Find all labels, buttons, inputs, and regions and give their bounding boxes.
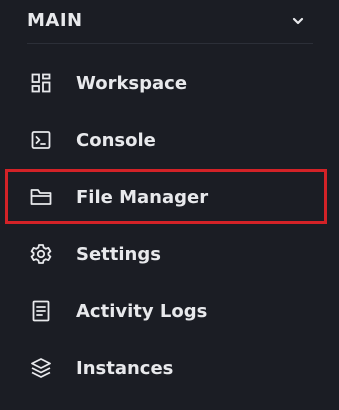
sidebar-item-instances[interactable]: Instances bbox=[30, 348, 310, 388]
gear-icon bbox=[30, 243, 52, 265]
chevron-down-icon[interactable] bbox=[291, 14, 305, 28]
section-header-main[interactable]: MAIN bbox=[27, 0, 313, 44]
sidebar-item-label: Activity Logs bbox=[76, 300, 208, 322]
sidebar-item-console[interactable]: Console bbox=[30, 120, 310, 160]
sidebar-item-settings[interactable]: Settings bbox=[30, 234, 310, 274]
sidebar-panel: MAIN Workspace Console File Manager Sett… bbox=[0, 0, 339, 410]
grid-icon bbox=[30, 72, 52, 94]
terminal-icon bbox=[30, 129, 52, 151]
sidebar-item-workspace[interactable]: Workspace bbox=[30, 63, 310, 103]
section-title: MAIN bbox=[27, 10, 83, 31]
folder-icon bbox=[30, 186, 52, 208]
sidebar-item-label: Workspace bbox=[76, 72, 188, 94]
document-icon bbox=[30, 300, 52, 322]
sidebar-item-label: Settings bbox=[76, 243, 161, 265]
layers-icon bbox=[30, 357, 52, 379]
sidebar-item-file-manager[interactable]: File Manager bbox=[30, 177, 310, 217]
sidebar-item-label: Console bbox=[76, 129, 156, 151]
sidebar-item-label: File Manager bbox=[76, 186, 209, 208]
sidebar-item-label: Instances bbox=[76, 357, 174, 379]
sidebar-item-activity-logs[interactable]: Activity Logs bbox=[30, 291, 310, 331]
